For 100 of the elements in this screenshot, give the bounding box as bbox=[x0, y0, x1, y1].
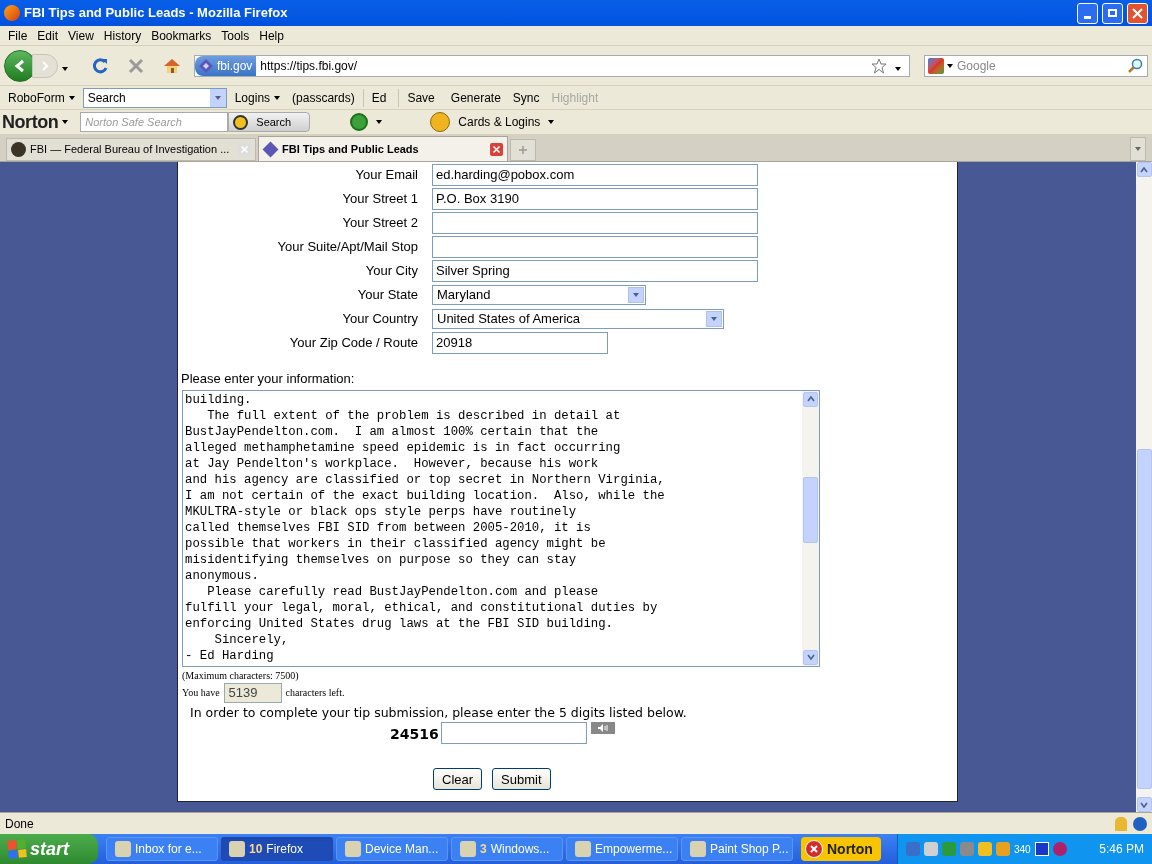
norton-search-button[interactable]: Search bbox=[228, 112, 311, 132]
diamond-logo-icon bbox=[199, 58, 213, 73]
taskbar-button[interactable]: Empowerme... bbox=[566, 837, 678, 861]
dropdown-arrow-icon bbox=[62, 120, 69, 124]
captcha-code: 24516 bbox=[390, 725, 439, 745]
close-icon bbox=[1132, 7, 1143, 19]
text-line: - Ed Harding bbox=[185, 647, 274, 664]
seal-icon bbox=[11, 142, 26, 157]
windows-logo-icon bbox=[7, 839, 27, 859]
text-input[interactable] bbox=[432, 212, 758, 234]
app-icon bbox=[575, 841, 591, 857]
dropdown-arrow-icon bbox=[1135, 147, 1141, 151]
toolbar-button[interactable]: Sync bbox=[508, 88, 544, 107]
toolbar-dropdown[interactable]: RoboForm bbox=[4, 88, 79, 107]
app-icon bbox=[115, 841, 131, 857]
dropdown-arrow-icon bbox=[895, 66, 901, 71]
toolbar-button[interactable]: Save bbox=[398, 88, 443, 107]
cards-logins-button[interactable]: Cards & Logins bbox=[430, 112, 555, 132]
norton-menu-button[interactable]: Norton bbox=[2, 108, 69, 136]
clock: 5:46 PM bbox=[1099, 841, 1144, 858]
browser-tab[interactable]: FBI Tips and Public Leads bbox=[258, 136, 508, 161]
scroll-up-button[interactable] bbox=[1136, 162, 1152, 177]
taskbar-button[interactable]: Paint Shop P... bbox=[681, 837, 793, 861]
menu-item[interactable]: History bbox=[98, 26, 147, 45]
app-icon bbox=[690, 841, 706, 857]
text-line: I am not certain of the exact building location. Also, while the bbox=[185, 487, 665, 504]
scroll-up-button[interactable] bbox=[803, 391, 818, 407]
menu-item[interactable]: Edit bbox=[32, 26, 64, 45]
scroll-thumb[interactable] bbox=[803, 476, 818, 543]
form-button[interactable]: Submit bbox=[492, 768, 551, 791]
text-line: BustJayPendelton.com. I am almost 100% certain that the bbox=[185, 423, 599, 440]
text-line: The full extent of the problem is described in detail at bbox=[206, 407, 621, 424]
text-line: misidentifying themselves on purpose so they can stay bbox=[185, 551, 577, 568]
text-input[interactable] bbox=[432, 236, 758, 258]
menu-item[interactable]: Help bbox=[254, 26, 289, 45]
characters-left-field: 5139 bbox=[223, 682, 282, 703]
text-line: alleged methamphetamine speed epidemic is in fact occurring bbox=[185, 439, 621, 456]
toolbar-dropdown[interactable]: Logins bbox=[230, 88, 285, 107]
app-icon bbox=[229, 841, 245, 857]
information-textarea[interactable] bbox=[182, 389, 820, 667]
tab-close-icon[interactable] bbox=[490, 142, 503, 156]
taskbar-button[interactable]: 10 Firefox bbox=[221, 837, 333, 861]
toolbar-button[interactable]: Ed bbox=[362, 88, 395, 107]
select-dropdown[interactable]: Maryland bbox=[432, 285, 646, 305]
text-input[interactable]: P.O. Box 3190 bbox=[432, 188, 758, 210]
scroll-down-button[interactable] bbox=[1136, 797, 1152, 812]
app-icon bbox=[460, 841, 476, 857]
text-input[interactable]: 20918 bbox=[432, 332, 608, 354]
menu-item[interactable]: Bookmarks bbox=[146, 26, 217, 45]
app-icon bbox=[345, 841, 361, 857]
start-button[interactable]: start bbox=[0, 834, 98, 864]
search-field[interactable]: Search bbox=[82, 87, 227, 108]
firefox-logo-icon bbox=[4, 5, 20, 21]
restore-button[interactable] bbox=[1102, 2, 1123, 24]
status-text: Done bbox=[5, 815, 35, 833]
dropdown-arrow-icon bbox=[68, 95, 75, 100]
max-characters-note: (Maximum characters: 7500) bbox=[182, 668, 300, 683]
site-identity-badge[interactable]: fbi.gov bbox=[195, 55, 257, 76]
taskbar-button[interactable]: Inbox for e... bbox=[106, 837, 218, 861]
play-icon[interactable] bbox=[1034, 842, 1049, 856]
text-line: MKULTRA-style or black ops style perps have routinely bbox=[185, 503, 577, 520]
search-icon[interactable] bbox=[1127, 57, 1143, 74]
text-input[interactable]: Silver Spring bbox=[432, 260, 758, 282]
norton-alert-button[interactable]: Norton bbox=[801, 837, 881, 861]
window-title: FBI Tips and Public Leads - Mozilla Firefox bbox=[24, 4, 289, 23]
page-scrollbar[interactable] bbox=[1136, 162, 1152, 812]
tab-list-button[interactable] bbox=[1130, 137, 1146, 161]
audio-captcha-button[interactable] bbox=[590, 722, 615, 735]
text-line: Please carefully read BustJayPendelton.com and please bbox=[206, 583, 599, 600]
captcha-input[interactable] bbox=[440, 722, 587, 745]
caret-icon bbox=[711, 317, 717, 321]
dropdown-arrow-icon bbox=[274, 95, 281, 100]
section-label: Please enter your information: bbox=[181, 370, 356, 388]
select-dropdown[interactable]: United States of America bbox=[432, 309, 724, 329]
close-button[interactable] bbox=[1127, 2, 1148, 24]
scroll-thumb[interactable] bbox=[1136, 449, 1152, 789]
toolbar-button[interactable]: Generate bbox=[446, 88, 505, 107]
minimize-button[interactable] bbox=[1077, 2, 1098, 24]
search-field[interactable]: Google bbox=[924, 54, 1148, 77]
captcha-instruction: In order to complete your tip submission, please enter the 5 digits listed below. bbox=[190, 703, 688, 722]
taskbar-button[interactable]: 3 Windows... bbox=[451, 837, 563, 861]
roboform-status-icon[interactable] bbox=[1133, 816, 1147, 831]
text-line: called themselves FBI SID from between 2005-2010, it is bbox=[185, 519, 591, 536]
scrollbar[interactable] bbox=[802, 390, 819, 666]
form-button[interactable]: Clear bbox=[433, 768, 483, 791]
text-input[interactable]: ed.harding@pobox.com bbox=[432, 164, 758, 186]
characters-left-label: You have bbox=[182, 686, 220, 700]
browser-tab[interactable]: FBI — Federal Bureau of Investigation ... bbox=[6, 138, 256, 161]
address-bar[interactable]: fbi.gov https://tips.fbi.gov/ bbox=[194, 54, 910, 77]
url-text: https://tips.fbi.gov/ bbox=[259, 57, 359, 75]
menu-item[interactable]: File bbox=[3, 26, 33, 45]
scroll-down-button[interactable] bbox=[803, 649, 818, 665]
toolbar-button[interactable]: (passcards) bbox=[288, 88, 359, 107]
menu-item[interactable]: Tools bbox=[216, 26, 255, 45]
star-icon[interactable] bbox=[871, 57, 887, 74]
field-label: Your State bbox=[356, 286, 418, 305]
text-line: enforcing United States drug laws at the FBI SID building. bbox=[185, 615, 613, 632]
dropdown-arrow-icon bbox=[376, 120, 383, 124]
menu-item[interactable]: View bbox=[63, 26, 99, 45]
taskbar-button[interactable]: Device Man... bbox=[336, 837, 448, 861]
